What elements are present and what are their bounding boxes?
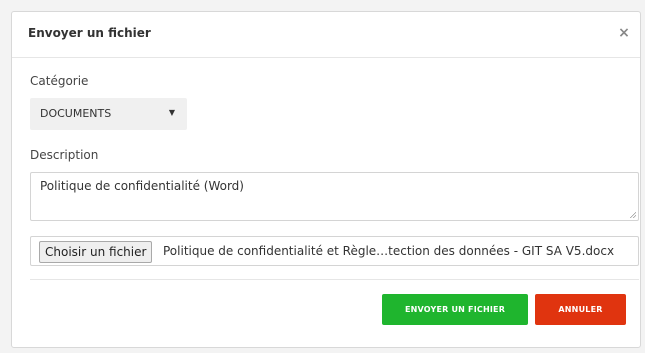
description-value: Politique de confidentialité (Word) (40, 179, 244, 193)
choose-file-button[interactable]: Choisir un fichier (39, 241, 153, 263)
description-textarea[interactable]: Politique de confidentialité (Word) (30, 172, 639, 221)
description-label: Description (30, 148, 99, 162)
dialog-header: Envoyer un fichier × (12, 12, 640, 58)
footer-divider (30, 279, 639, 280)
dialog-title: Envoyer un fichier (28, 26, 151, 40)
chevron-down-icon: ▼ (168, 108, 175, 117)
upload-file-dialog: Envoyer un fichier × Catégorie DOCUMENTS… (11, 11, 641, 348)
category-selected-value: DOCUMENTS (40, 107, 112, 120)
category-label: Catégorie (30, 74, 89, 88)
send-file-button[interactable]: ENVOYER UN FICHIER (382, 294, 528, 325)
cancel-button[interactable]: ANNULER (535, 294, 626, 325)
close-icon[interactable]: × (616, 24, 632, 42)
resize-handle-icon[interactable] (629, 211, 636, 218)
selected-file-name: Politique de confidentialité et Règle…te… (163, 244, 615, 258)
category-select[interactable]: DOCUMENTS ▼ (30, 98, 187, 130)
file-input[interactable]: Choisir un fichier Politique de confiden… (30, 236, 639, 266)
